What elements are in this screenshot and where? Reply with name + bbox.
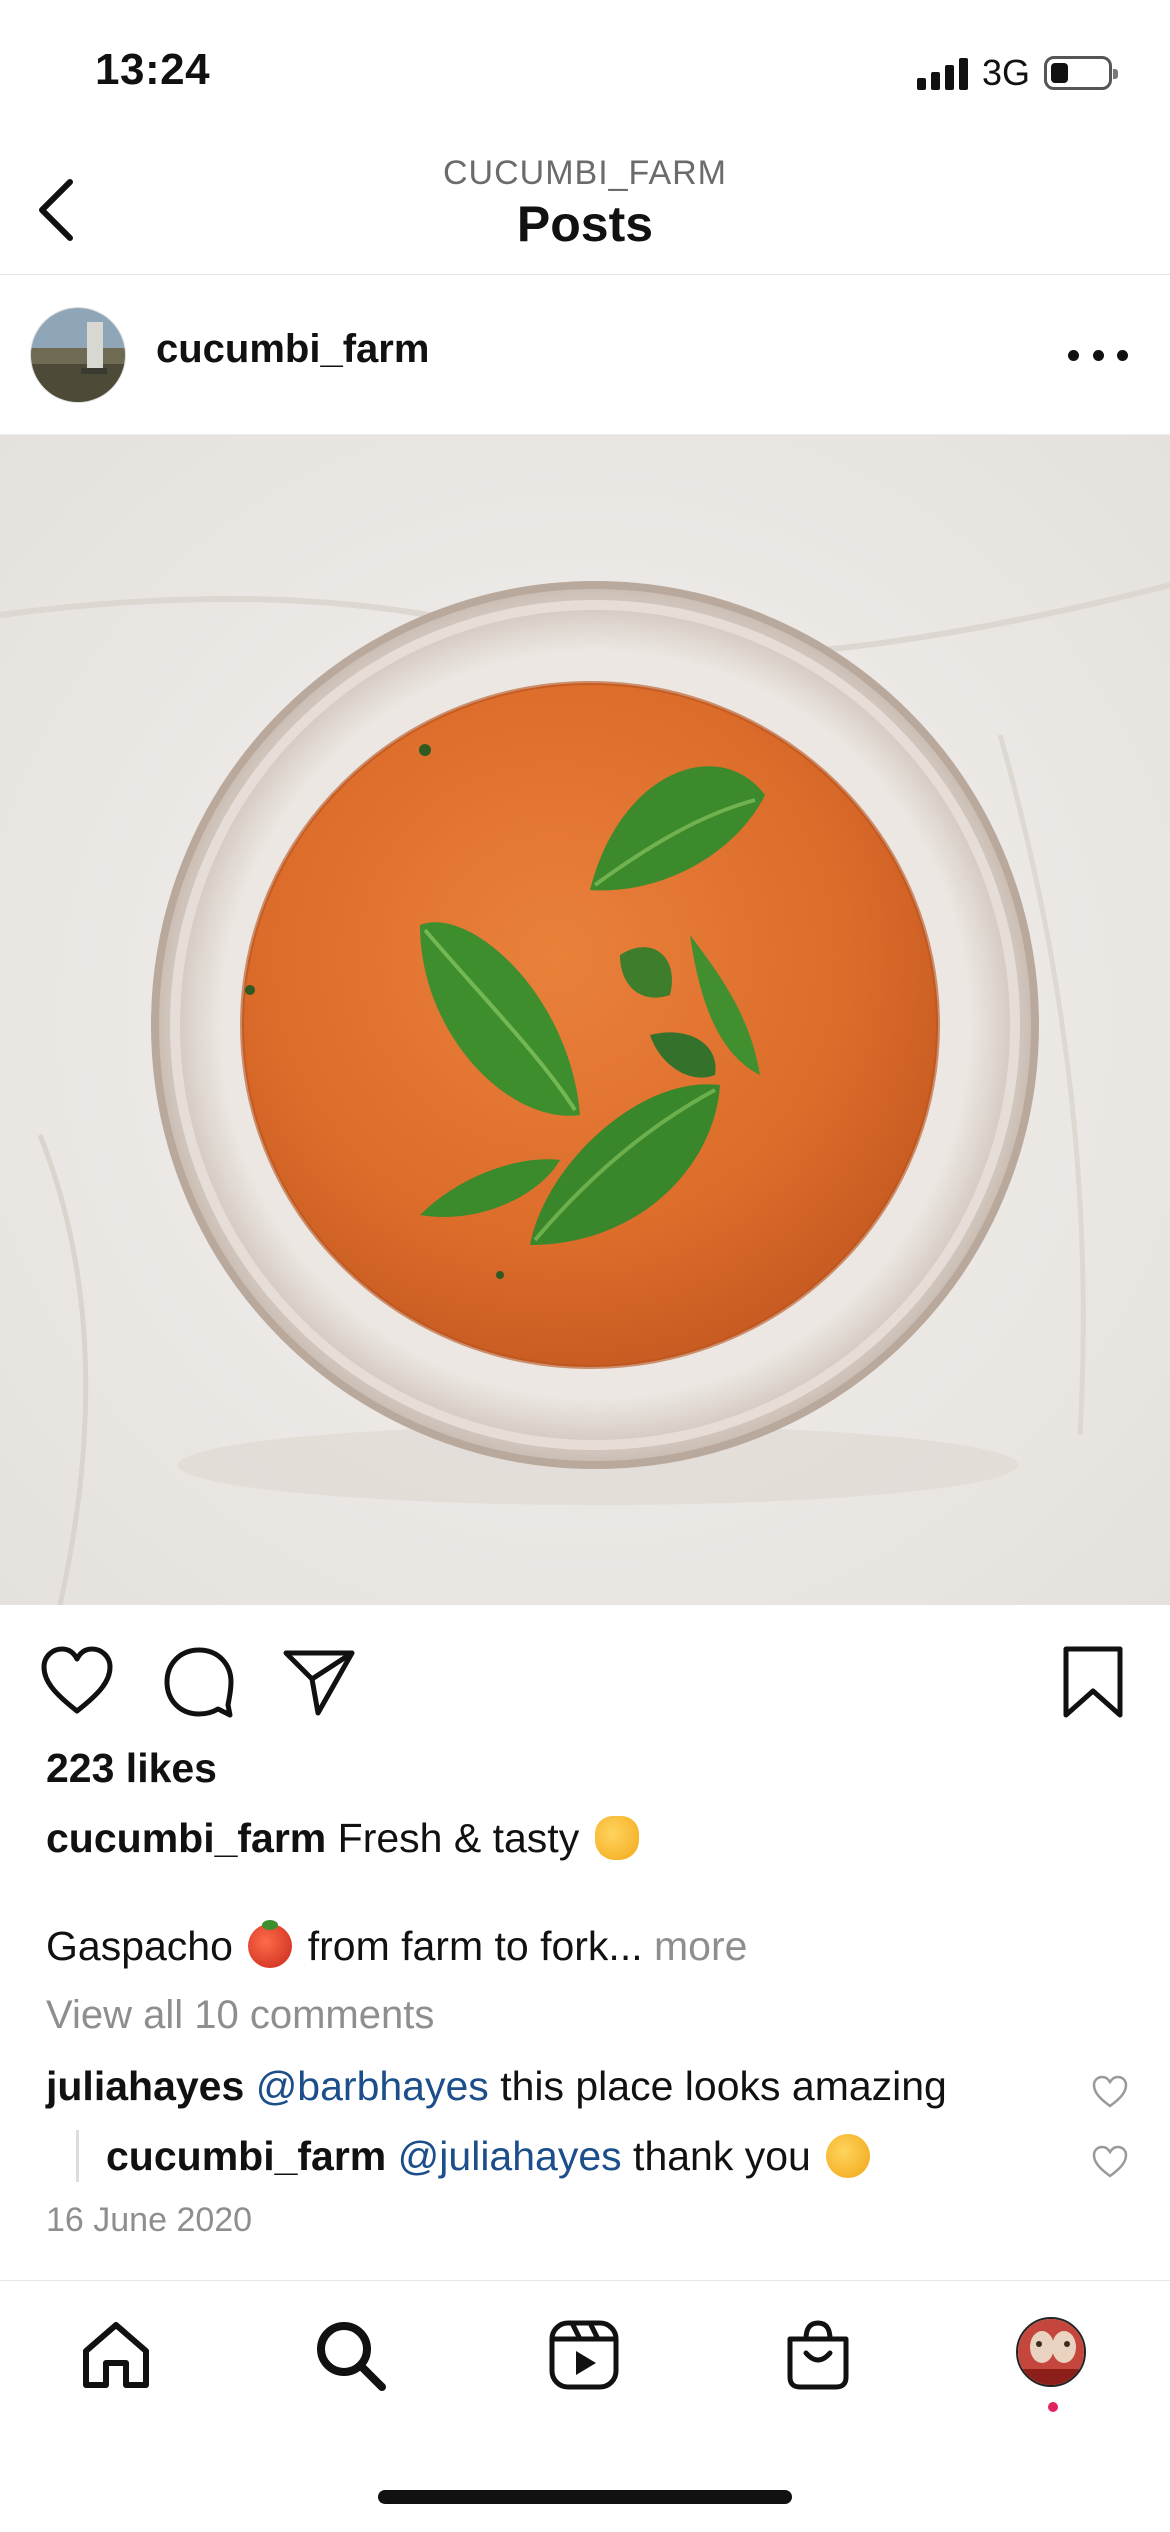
tab-reels[interactable] <box>546 2317 622 2393</box>
shop-icon <box>787 2320 849 2390</box>
more-options-button[interactable] <box>1068 335 1128 375</box>
likes-count[interactable]: 223 likes <box>46 1745 217 1792</box>
post-username[interactable]: cucumbi_farm <box>156 327 429 372</box>
post-date: 16 June 2020 <box>46 2201 253 2239</box>
post-image[interactable] <box>0 435 1170 1605</box>
comment-icon <box>164 1647 234 1718</box>
tab-shop[interactable] <box>780 2317 856 2393</box>
notification-dot <box>1048 2402 1058 2412</box>
status-bar: 13:24 3G <box>0 0 1170 140</box>
status-time: 13:24 <box>95 45 211 94</box>
view-all-comments-link[interactable]: View all 10 comments <box>46 1993 434 2038</box>
battery-icon <box>1044 56 1118 90</box>
avatar[interactable] <box>30 307 126 403</box>
page-title: Posts <box>516 196 654 252</box>
home-indicator <box>378 2490 792 2504</box>
caption-dish: Gaspacho <box>46 1923 233 1969</box>
signal-icon <box>916 56 968 90</box>
nav-header: CUCUMBI_FARM Posts <box>0 140 1170 275</box>
hugging-face-emoji-icon <box>826 2134 871 2178</box>
heart-icon <box>41 1646 113 1714</box>
post-header: cucumbi_farm <box>0 275 1170 435</box>
tab-search[interactable] <box>312 2317 388 2393</box>
profile-avatar-image <box>1018 2319 1084 2385</box>
comment-reply: cucumbi_farm @juliahayes thank you <box>106 2133 874 2180</box>
post-actions <box>0 1605 1170 1750</box>
like-button[interactable] <box>38 1643 116 1721</box>
status-indicators: 3G <box>916 52 1118 94</box>
reels-icon <box>549 2320 619 2390</box>
gaspacho-photo <box>0 435 1170 1605</box>
caption: cucumbi_farm Fresh & tasty <box>46 1815 643 1862</box>
more-horizontal-icon <box>1068 349 1079 361</box>
caption-username[interactable]: cucumbi_farm <box>46 1815 326 1861</box>
caption-text: Fresh & tasty <box>337 1815 580 1861</box>
caption-more-link[interactable]: more <box>654 1923 747 1969</box>
caption-continuation: from farm to fork... <box>307 1923 643 1969</box>
tomato-emoji-icon <box>248 1920 293 1968</box>
tab-home[interactable] <box>78 2317 154 2393</box>
comment-item: juliahayes @barbhayes this place looks a… <box>46 2063 947 2110</box>
network-label: 3G <box>981 52 1030 93</box>
share-button[interactable] <box>280 1643 358 1721</box>
tab-bar <box>0 2280 1170 2430</box>
home-icon <box>83 2322 149 2388</box>
reply-text: thank you <box>633 2133 811 2179</box>
comment-text: this place looks amazing <box>500 2063 947 2109</box>
reply-username[interactable]: cucumbi_farm <box>106 2133 386 2179</box>
reply-thread-line <box>76 2130 79 2182</box>
tab-profile-avatar[interactable] <box>1016 2317 1086 2387</box>
send-icon <box>283 1650 355 1716</box>
comment-mention[interactable]: @barbhayes <box>256 2063 489 2109</box>
account-name-header: CUCUMBI_FARM <box>442 154 728 192</box>
reply-mention[interactable]: @juliahayes <box>398 2133 622 2179</box>
comment-button[interactable] <box>160 1643 238 1721</box>
caption-line-2: Gaspacho from farm to fork... more <box>46 1920 747 1970</box>
comment-username[interactable]: juliahayes <box>46 2063 244 2109</box>
search-icon <box>317 2322 386 2391</box>
reply-like-heart-icon[interactable] <box>1090 2142 1130 2182</box>
save-button[interactable] <box>1054 1643 1132 1721</box>
bookmark-icon <box>1063 1646 1123 1718</box>
comment-like-heart-icon[interactable] <box>1090 2072 1130 2112</box>
avatar-image <box>31 308 125 402</box>
ok-hand-emoji-icon <box>594 1816 639 1860</box>
